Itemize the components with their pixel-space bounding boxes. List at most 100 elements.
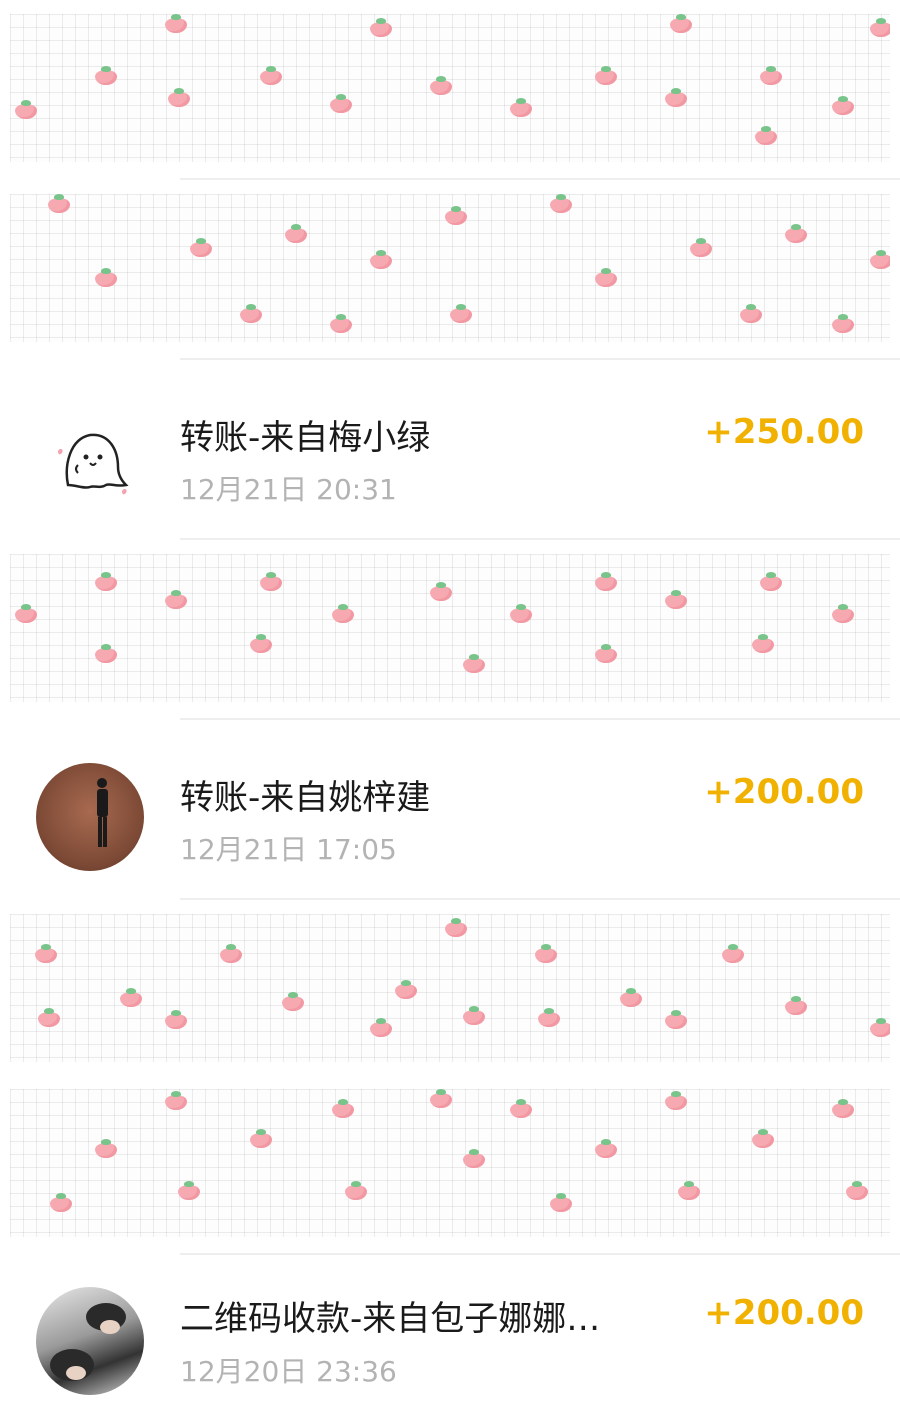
strawberry-icon bbox=[332, 604, 354, 623]
strawberry-icon bbox=[120, 988, 142, 1007]
transaction-row[interactable] bbox=[0, 900, 900, 1080]
strawberry-icon bbox=[190, 238, 212, 257]
strawberry-icon bbox=[832, 96, 854, 115]
strawberry-icon bbox=[445, 206, 467, 225]
transaction-time: 12月21日 20:31 bbox=[180, 473, 397, 506]
strawberry-icon bbox=[870, 1018, 890, 1037]
transaction-list: 转账-来自梅小绿 12月21日 20:31 +250.00 转账-来自姚梓建 1… bbox=[0, 0, 900, 1413]
transaction-title: 二维码收款-来自包子娜娜… bbox=[180, 1299, 601, 1339]
strawberry-icon bbox=[165, 1091, 187, 1110]
strawberry-icon bbox=[760, 66, 782, 85]
strawberry-icon bbox=[463, 1149, 485, 1168]
strawberry-icon bbox=[178, 1181, 200, 1200]
transaction-row[interactable] bbox=[0, 1075, 900, 1255]
transaction-row[interactable]: 转账-来自梅小绿 12月21日 20:31 +250.00 bbox=[0, 360, 900, 540]
strawberry-icon bbox=[760, 572, 782, 591]
strawberry-icon bbox=[445, 918, 467, 937]
strawberry-icon bbox=[752, 634, 774, 653]
strawberry-sticker-cover bbox=[10, 194, 890, 342]
two-people-photo-avatar bbox=[36, 1287, 144, 1395]
strawberry-icon bbox=[595, 1139, 617, 1158]
strawberry-icon bbox=[168, 88, 190, 107]
strawberry-sticker-cover bbox=[10, 554, 890, 702]
strawberry-icon bbox=[535, 944, 557, 963]
strawberry-icon bbox=[38, 1008, 60, 1027]
strawberry-icon bbox=[670, 14, 692, 33]
strawberry-icon bbox=[665, 88, 687, 107]
strawberry-icon bbox=[330, 94, 352, 113]
strawberry-icon bbox=[260, 572, 282, 591]
strawberry-icon bbox=[370, 1018, 392, 1037]
transaction-row[interactable]: 转账-来自姚梓建 12月21日 17:05 +200.00 bbox=[0, 720, 900, 900]
strawberry-icon bbox=[620, 988, 642, 1007]
strawberry-icon bbox=[15, 100, 37, 119]
strawberry-icon bbox=[345, 1181, 367, 1200]
strawberry-sticker-cover bbox=[10, 914, 890, 1062]
strawberry-icon bbox=[595, 268, 617, 287]
strawberry-icon bbox=[690, 238, 712, 257]
strawberry-icon bbox=[595, 572, 617, 591]
strawberry-icon bbox=[332, 1099, 354, 1118]
strawberry-icon bbox=[95, 268, 117, 287]
strawberry-icon bbox=[370, 250, 392, 269]
transaction-time: 12月21日 17:05 bbox=[180, 833, 397, 866]
strawberry-icon bbox=[35, 944, 57, 963]
strawberry-icon bbox=[832, 604, 854, 623]
strawberry-icon bbox=[250, 1129, 272, 1148]
strawberry-icon bbox=[665, 1010, 687, 1029]
strawberry-icon bbox=[260, 66, 282, 85]
strawberry-icon bbox=[722, 944, 744, 963]
strawberry-icon bbox=[538, 1008, 560, 1027]
strawberry-icon bbox=[165, 590, 187, 609]
strawberry-icon bbox=[740, 304, 762, 323]
transaction-amount: +250.00 bbox=[704, 412, 864, 452]
strawberry-icon bbox=[15, 604, 37, 623]
ghost-icon bbox=[58, 433, 129, 495]
strawberry-icon bbox=[95, 572, 117, 591]
strawberry-icon bbox=[510, 98, 532, 117]
transaction-row[interactable]: 二维码收款-来自包子娜娜… 12月20日 23:36 +200.00 bbox=[0, 1255, 900, 1413]
strawberry-icon bbox=[595, 644, 617, 663]
strawberry-icon bbox=[430, 582, 452, 601]
strawberry-sticker-cover bbox=[10, 14, 890, 162]
strawberry-icon bbox=[165, 14, 187, 33]
strawberry-icon bbox=[250, 634, 272, 653]
transaction-row[interactable] bbox=[0, 0, 900, 180]
strawberry-icon bbox=[510, 604, 532, 623]
transaction-row[interactable] bbox=[0, 540, 900, 720]
transaction-title: 转账-来自姚梓建 bbox=[180, 778, 431, 818]
strawberry-icon bbox=[430, 76, 452, 95]
strawberry-icon bbox=[832, 1099, 854, 1118]
person-photo-avatar bbox=[36, 763, 144, 871]
strawberry-icon bbox=[785, 996, 807, 1015]
strawberry-icon bbox=[832, 314, 854, 333]
strawberry-icon bbox=[665, 1091, 687, 1110]
strawberry-icon bbox=[463, 1006, 485, 1025]
strawberry-icon bbox=[165, 1010, 187, 1029]
strawberry-icon bbox=[550, 1193, 572, 1212]
strawberry-icon bbox=[95, 1139, 117, 1158]
transaction-title: 转账-来自梅小绿 bbox=[180, 418, 431, 458]
ghost-avatar bbox=[36, 403, 144, 511]
strawberry-icon bbox=[450, 304, 472, 323]
strawberry-icon bbox=[665, 590, 687, 609]
strawberry-icon bbox=[870, 250, 890, 269]
strawberry-icon bbox=[48, 194, 70, 213]
strawberry-icon bbox=[430, 1089, 452, 1108]
strawberry-icon bbox=[550, 194, 572, 213]
strawberry-icon bbox=[846, 1181, 868, 1200]
transaction-row[interactable] bbox=[0, 180, 900, 360]
strawberry-icon bbox=[330, 314, 352, 333]
person-silhouette-icon bbox=[97, 778, 108, 847]
strawberry-icon bbox=[95, 66, 117, 85]
transaction-amount: +200.00 bbox=[704, 772, 864, 812]
transaction-amount: +200.00 bbox=[704, 1293, 864, 1333]
strawberry-icon bbox=[785, 224, 807, 243]
strawberry-icon bbox=[285, 224, 307, 243]
strawberry-icon bbox=[370, 18, 392, 37]
strawberry-icon bbox=[870, 18, 890, 37]
strawberry-icon bbox=[678, 1181, 700, 1200]
strawberry-icon bbox=[220, 944, 242, 963]
strawberry-icon bbox=[395, 980, 417, 999]
strawberry-icon bbox=[752, 1129, 774, 1148]
